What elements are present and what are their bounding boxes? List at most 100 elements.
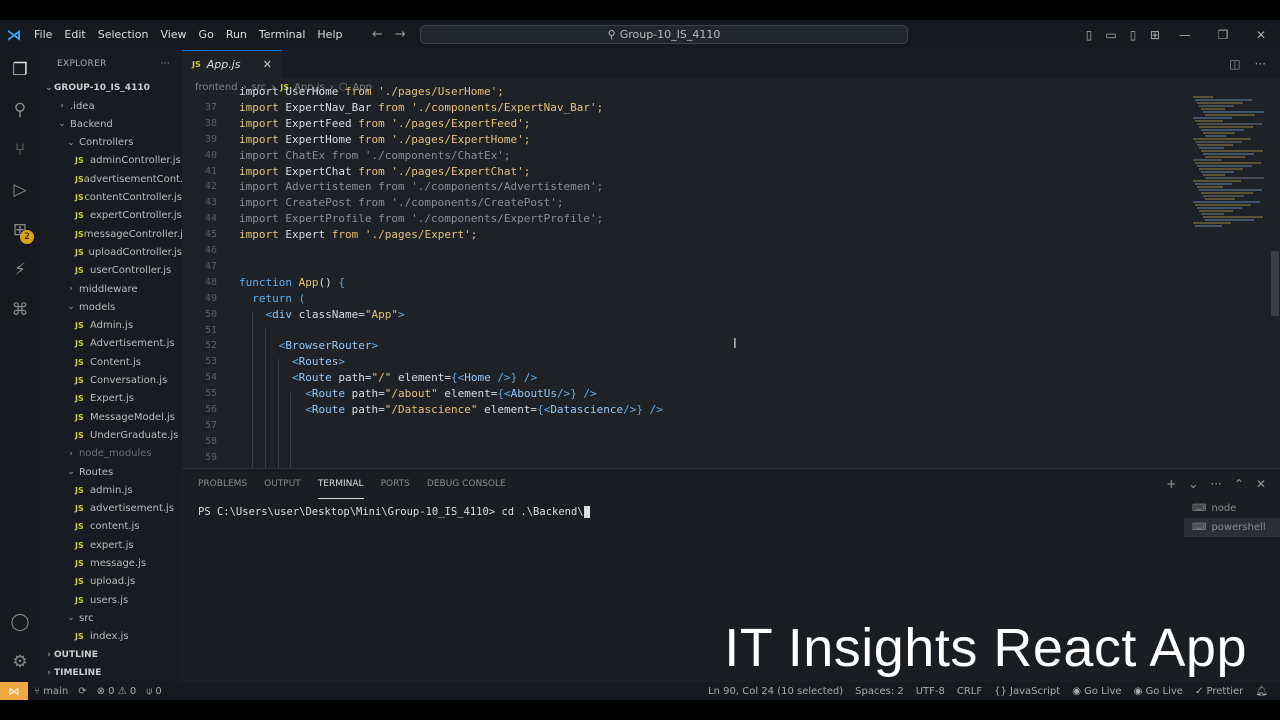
editor-scrollbar[interactable] bbox=[1270, 96, 1280, 468]
search-icon: ⚲ bbox=[607, 28, 616, 41]
minimap[interactable] bbox=[1193, 96, 1268, 236]
timeline-section[interactable]: › TIMELINE bbox=[40, 664, 182, 682]
search-icon[interactable]: ⚲ bbox=[8, 98, 32, 122]
file-item[interactable]: JS contentController.js bbox=[40, 189, 182, 207]
file-item[interactable]: JS adminController.js bbox=[40, 152, 182, 170]
folder-item[interactable]: ⌄ Controllers bbox=[40, 134, 182, 152]
back-arrow-icon[interactable]: ← bbox=[372, 20, 383, 50]
more-actions-icon[interactable]: ··· bbox=[1210, 477, 1221, 491]
folder-item[interactable]: ⌄ models bbox=[40, 298, 182, 316]
menu-run[interactable]: Run bbox=[220, 20, 253, 50]
file-item[interactable]: JS Expert.js bbox=[40, 390, 182, 408]
tab-output[interactable]: OUTPUT bbox=[264, 469, 301, 499]
file-item[interactable]: JS MessageModel.js bbox=[40, 408, 182, 426]
split-editor-icon[interactable]: ◫ bbox=[1229, 57, 1240, 71]
notifications-bell-icon[interactable]: 🔔︎ bbox=[1255, 686, 1268, 697]
forward-arrow-icon[interactable]: → bbox=[395, 20, 406, 50]
ports-indicator[interactable]: ⍦ 0 bbox=[146, 686, 162, 697]
workspace-root[interactable]: ⌄ GROUP-10_IS_4110 bbox=[40, 79, 182, 97]
outline-section[interactable]: › OUTLINE bbox=[40, 646, 182, 664]
file-item[interactable]: JS advertisementCont... bbox=[40, 170, 182, 188]
scrollbar-thumb[interactable] bbox=[1271, 251, 1279, 316]
restore-button[interactable]: ❐ bbox=[1204, 28, 1242, 42]
menu-file[interactable]: File bbox=[28, 20, 58, 50]
branch-indicator[interactable]: ⑂ main bbox=[34, 686, 68, 697]
chevron-down-icon[interactable]: ⌄ bbox=[1188, 477, 1198, 491]
new-terminal-icon[interactable]: + bbox=[1166, 477, 1176, 491]
menu-edit[interactable]: Edit bbox=[58, 20, 91, 50]
file-item[interactable]: JS uploadController.js bbox=[40, 243, 182, 261]
menu-view[interactable]: View bbox=[154, 20, 192, 50]
close-icon[interactable]: ✕ bbox=[1256, 477, 1266, 491]
file-item[interactable]: JS Admin.js bbox=[40, 317, 182, 335]
folder-item[interactable]: › middleware bbox=[40, 280, 182, 298]
file-item[interactable]: JS expertController.js bbox=[40, 207, 182, 225]
menu-go[interactable]: Go bbox=[193, 20, 220, 50]
file-item[interactable]: JS content.js bbox=[40, 518, 182, 536]
folder-item[interactable]: ⌄ Backend bbox=[40, 115, 182, 133]
tree-item-label: advertisementCont... bbox=[83, 173, 182, 185]
terminal-item-powershell[interactable]: ⌨ powershell bbox=[1184, 518, 1280, 537]
more-actions-icon[interactable]: ··· bbox=[1255, 57, 1266, 71]
explorer-icon[interactable]: ❐ bbox=[8, 58, 32, 82]
close-icon[interactable]: ✕ bbox=[263, 58, 272, 71]
file-item[interactable]: JS advertisement.js bbox=[40, 500, 182, 518]
minimize-button[interactable]: — bbox=[1166, 28, 1204, 42]
code-area[interactable]: import UserHome from './pages/UserHome';… bbox=[182, 85, 1182, 468]
remote-indicator-icon[interactable]: ⋈ bbox=[0, 682, 28, 700]
folder-item[interactable]: ⌄ Routes bbox=[40, 463, 182, 481]
line-endings[interactable]: CRLF bbox=[957, 686, 982, 697]
encoding[interactable]: UTF-8 bbox=[916, 686, 945, 697]
file-item[interactable]: JS index.js bbox=[40, 628, 182, 646]
terminal-item-node[interactable]: ⌨ node bbox=[1184, 499, 1280, 518]
toggle-primary-sidebar-icon[interactable]: ▯ bbox=[1078, 28, 1100, 42]
file-item[interactable]: JS admin.js bbox=[40, 481, 182, 499]
source-control-icon[interactable]: ⑂ bbox=[8, 138, 32, 162]
tab-debug-console[interactable]: DEBUG CONSOLE bbox=[427, 469, 506, 499]
line-number: 45 bbox=[204, 229, 217, 241]
language-mode[interactable]: {} JavaScript bbox=[994, 686, 1060, 697]
menu-help[interactable]: Help bbox=[311, 20, 348, 50]
menu-selection[interactable]: Selection bbox=[92, 20, 155, 50]
file-item[interactable]: JS Conversation.js bbox=[40, 372, 182, 390]
terminal-line[interactable]: PS C:\Users\user\Desktop\Mini\Group-10_I… bbox=[198, 506, 590, 518]
javascript-file-icon: JS bbox=[75, 229, 84, 239]
folder-item[interactable]: › .idea bbox=[40, 97, 182, 115]
indentation[interactable]: Spaces: 2 bbox=[855, 686, 904, 697]
file-item[interactable]: JS Content.js bbox=[40, 353, 182, 371]
more-actions-icon[interactable]: ··· bbox=[161, 59, 170, 69]
sync-icon[interactable]: ⟳ bbox=[78, 686, 86, 697]
tab-app-js[interactable]: JS App.js ✕ bbox=[182, 50, 282, 78]
customize-layout-icon[interactable]: ⊞ bbox=[1144, 28, 1166, 42]
go-live-button-2[interactable]: ◉ Go Live bbox=[1134, 686, 1183, 697]
file-item[interactable]: JS UnderGraduate.js bbox=[40, 426, 182, 444]
file-item[interactable]: JS users.js bbox=[40, 591, 182, 609]
maximize-panel-icon[interactable]: ⌃ bbox=[1234, 477, 1244, 491]
cursor-position[interactable]: Ln 90, Col 24 (10 selected) bbox=[708, 686, 843, 697]
tab-ports[interactable]: PORTS bbox=[381, 469, 410, 499]
toggle-panel-icon[interactable]: ▭ bbox=[1100, 28, 1122, 42]
minimap-line bbox=[1199, 168, 1243, 170]
prettier-indicator[interactable]: ✓ Prettier bbox=[1195, 686, 1243, 697]
folder-item[interactable]: ⌄ src bbox=[40, 609, 182, 627]
file-item[interactable]: JS userController.js bbox=[40, 262, 182, 280]
file-item[interactable]: JS messageController.js bbox=[40, 225, 182, 243]
file-item[interactable]: JS upload.js bbox=[40, 573, 182, 591]
go-live-button-1[interactable]: ◉ Go Live bbox=[1072, 686, 1121, 697]
problems-indicator[interactable]: ⊗ 0 ⚠ 0 bbox=[97, 686, 137, 697]
folder-item[interactable]: › node_modules bbox=[40, 445, 182, 463]
account-icon[interactable]: ◯ bbox=[8, 610, 32, 634]
tab-terminal[interactable]: TERMINAL bbox=[317, 469, 364, 499]
run-debug-icon[interactable]: ▷ bbox=[8, 178, 32, 202]
tab-problems[interactable]: PROBLEMS bbox=[198, 469, 247, 499]
close-window-button[interactable]: ✕ bbox=[1242, 28, 1280, 42]
toggle-secondary-sidebar-icon[interactable]: ▯ bbox=[1122, 28, 1144, 42]
file-item[interactable]: JS message.js bbox=[40, 555, 182, 573]
file-item[interactable]: JS expert.js bbox=[40, 536, 182, 554]
command-center-search[interactable]: ⚲ Group-10_IS_4110 bbox=[420, 25, 908, 44]
settings-gear-icon[interactable]: ⚙ bbox=[8, 650, 32, 674]
remote-explorer-icon[interactable]: ⚡ bbox=[8, 258, 32, 282]
file-item[interactable]: JS Advertisement.js bbox=[40, 335, 182, 353]
git-graph-icon[interactable]: ⌘ bbox=[8, 298, 32, 322]
menu-terminal[interactable]: Terminal bbox=[253, 20, 312, 50]
